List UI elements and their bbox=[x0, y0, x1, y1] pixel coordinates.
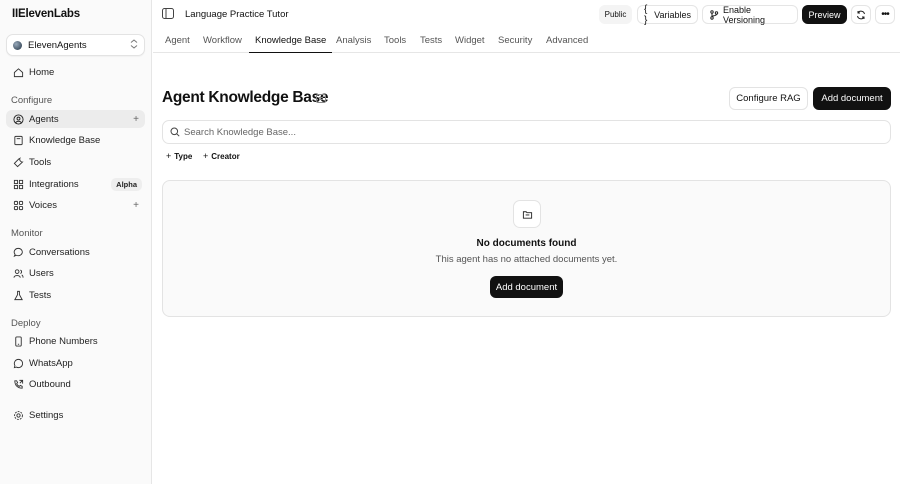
configure-rag-label: Configure RAG bbox=[736, 93, 801, 104]
sidebar-item-voices[interactable]: Voices + bbox=[6, 196, 145, 214]
plus-icon: + bbox=[203, 151, 209, 161]
empty-state-description: This agent has no attached documents yet… bbox=[435, 254, 618, 265]
filter-creator-label: Creator bbox=[211, 151, 240, 161]
search-input[interactable] bbox=[184, 126, 890, 138]
wrench-icon bbox=[12, 156, 24, 168]
tab-knowledge-base[interactable]: Knowledge Base bbox=[249, 28, 333, 53]
folder-icon bbox=[513, 200, 541, 228]
sidebar-item-label: Conversations bbox=[29, 246, 90, 258]
braces-icon: { } bbox=[644, 3, 648, 26]
public-badge[interactable]: Public bbox=[599, 5, 632, 24]
agent-name[interactable]: Language Practice Tutor bbox=[185, 9, 289, 20]
voice-icon bbox=[12, 199, 24, 211]
more-horizontal-icon: ••• bbox=[881, 9, 889, 20]
users-icon bbox=[12, 267, 24, 279]
workspace-avatar bbox=[13, 40, 22, 50]
sidebar-item-tests[interactable]: Tests bbox=[6, 286, 145, 304]
sidebar-item-users[interactable]: Users bbox=[6, 264, 145, 282]
preview-label: Preview bbox=[808, 9, 841, 20]
empty-state: No documents found This agent has no att… bbox=[162, 180, 891, 317]
sidebar-item-label: Outbound bbox=[29, 378, 71, 390]
public-label: Public bbox=[604, 10, 627, 19]
top-bar: Language Practice Tutor Public { } Varia… bbox=[153, 0, 900, 28]
sidebar-item-knowledge-base[interactable]: Knowledge Base bbox=[6, 131, 145, 149]
home-icon bbox=[12, 66, 24, 78]
tab-widget[interactable]: Widget bbox=[455, 28, 485, 53]
tab-advanced[interactable]: Advanced bbox=[546, 28, 588, 53]
enable-versioning-button[interactable]: Enable Versioning bbox=[702, 4, 798, 25]
sidebar-item-agents[interactable]: Agents + bbox=[6, 110, 145, 128]
tab-agent[interactable]: Agent bbox=[165, 28, 190, 53]
sidebar-item-conversations[interactable]: Conversations bbox=[6, 243, 145, 261]
preview-button[interactable]: Preview bbox=[802, 5, 847, 24]
variables-button[interactable]: { } Variables bbox=[637, 3, 698, 26]
sidebar-item-label: Settings bbox=[29, 409, 64, 421]
tab-tools[interactable]: Tools bbox=[384, 28, 406, 53]
variables-label: Variables bbox=[654, 9, 691, 20]
search-icon bbox=[170, 127, 184, 137]
add-document-label: Add document bbox=[821, 93, 883, 104]
add-agent-plus-icon[interactable]: + bbox=[133, 114, 139, 125]
sidebar-item-label: Knowledge Base bbox=[29, 134, 101, 146]
tab-workflow[interactable]: Workflow bbox=[203, 28, 242, 53]
gear-icon bbox=[12, 409, 24, 421]
agent-icon bbox=[12, 113, 24, 125]
sidebar-item-phone-numbers[interactable]: Phone Numbers bbox=[6, 332, 145, 350]
knowledge-base-search bbox=[162, 120, 891, 144]
sidebar-item-label: WhatsApp bbox=[29, 357, 73, 369]
section-label-configure: Configure bbox=[11, 95, 53, 106]
tab-tests[interactable]: Tests bbox=[420, 28, 442, 53]
section-label-deploy: Deploy bbox=[11, 318, 41, 329]
sidebar-item-integrations[interactable]: Integrations Alpha bbox=[6, 175, 145, 193]
app-logo[interactable]: IIElevenLabs bbox=[12, 8, 80, 20]
whatsapp-icon bbox=[12, 357, 24, 369]
sidebar-toggle-icon[interactable] bbox=[162, 8, 174, 19]
add-voice-plus-icon[interactable]: + bbox=[133, 200, 139, 211]
grid-icon bbox=[12, 178, 24, 190]
sidebar-item-home[interactable]: Home bbox=[6, 63, 145, 81]
tab-analysis[interactable]: Analysis bbox=[336, 28, 371, 53]
refresh-button[interactable] bbox=[851, 5, 871, 24]
filter-type-label: Type bbox=[174, 151, 193, 161]
filter-creator[interactable]: + Creator bbox=[199, 149, 244, 163]
phone-icon bbox=[12, 335, 24, 347]
page-title: Agent Knowledge Base bbox=[162, 89, 329, 106]
filter-type[interactable]: + Type bbox=[162, 149, 196, 163]
empty-state-title: No documents found bbox=[476, 238, 577, 249]
alpha-badge: Alpha bbox=[111, 177, 142, 191]
sidebar-item-label: Phone Numbers bbox=[29, 335, 98, 347]
section-label-monitor: Monitor bbox=[11, 228, 43, 239]
sidebar-item-label: Users bbox=[29, 267, 54, 279]
sidebar: IIElevenLabs ElevenAgents Home Configure… bbox=[0, 0, 152, 484]
book-icon bbox=[12, 134, 24, 146]
workspace-name: ElevenAgents bbox=[28, 39, 87, 51]
agent-tabs: Agent Workflow Knowledge Base Analysis T… bbox=[153, 28, 900, 53]
chat-icon bbox=[12, 246, 24, 258]
sidebar-item-label: Tests bbox=[29, 289, 52, 301]
add-document-label: Add document bbox=[495, 281, 558, 293]
workspace-switcher[interactable]: ElevenAgents bbox=[6, 34, 145, 56]
sidebar-item-label: Home bbox=[29, 66, 55, 78]
info-card-icon[interactable] bbox=[316, 94, 326, 103]
outbound-call-icon bbox=[12, 378, 24, 390]
sidebar-item-label: Voices bbox=[29, 199, 57, 211]
tab-security[interactable]: Security bbox=[498, 28, 532, 53]
flask-icon bbox=[12, 289, 24, 301]
git-branch-icon bbox=[709, 9, 719, 20]
versioning-label: Enable Versioning bbox=[723, 4, 766, 25]
sidebar-item-settings[interactable]: Settings bbox=[6, 406, 145, 424]
empty-add-document-button[interactable]: Add document bbox=[490, 276, 563, 298]
add-document-button[interactable]: Add document bbox=[813, 87, 891, 110]
sidebar-item-outbound[interactable]: Outbound bbox=[6, 375, 145, 393]
sidebar-item-label: Tools bbox=[29, 156, 52, 168]
sidebar-item-label: Agents bbox=[29, 113, 59, 125]
refresh-icon bbox=[856, 10, 866, 20]
more-button[interactable]: ••• bbox=[875, 5, 895, 24]
sidebar-item-whatsapp[interactable]: WhatsApp bbox=[6, 354, 145, 372]
sidebar-item-label: Integrations bbox=[29, 178, 79, 190]
chevron-up-down-icon bbox=[130, 39, 138, 51]
sidebar-item-tools[interactable]: Tools bbox=[6, 153, 145, 171]
plus-icon: + bbox=[166, 151, 172, 161]
configure-rag-button[interactable]: Configure RAG bbox=[729, 87, 808, 110]
